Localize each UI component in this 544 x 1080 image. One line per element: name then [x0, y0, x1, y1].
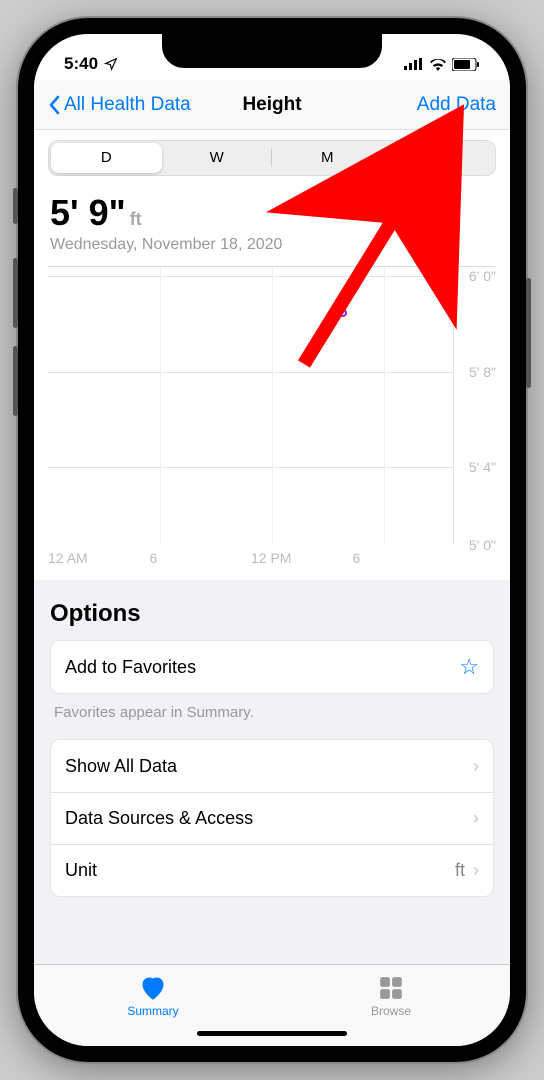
chevron-left-icon — [48, 95, 60, 115]
add-to-favorites-row[interactable]: Add to Favorites ☆ — [51, 641, 493, 693]
row-label: Unit — [65, 860, 97, 881]
content: D W M Y 5' 9"ft Wednesday, November 18, … — [34, 130, 510, 964]
battery-icon — [452, 58, 480, 71]
page-title: Height — [242, 94, 301, 116]
segment-year[interactable]: Y — [383, 143, 494, 173]
segment-week[interactable]: W — [162, 143, 273, 173]
favorites-hint: Favorites appear in Summary. — [54, 704, 490, 721]
options-card: Show All Data › Data Sources & Access › … — [50, 739, 494, 897]
heart-icon — [139, 975, 167, 1001]
unit-row[interactable]: Unit ft › — [51, 844, 493, 896]
value-display: 5' 9" — [50, 192, 126, 233]
nav-bar: All Health Data Height Add Data — [34, 80, 510, 130]
volume-up-button — [13, 258, 18, 328]
wifi-icon — [429, 58, 447, 71]
row-label: Show All Data — [65, 756, 177, 777]
phone-frame: 5:40 All Health Data — [18, 18, 526, 1062]
value-date: Wednesday, November 18, 2020 — [50, 236, 494, 254]
y-axis-label: 5' 8" — [469, 364, 496, 380]
back-button[interactable]: All Health Data — [48, 94, 191, 116]
data-point — [339, 309, 347, 317]
chevron-right-icon: › — [473, 808, 479, 829]
options-heading: Options — [50, 600, 494, 628]
star-icon: ☆ — [459, 654, 479, 680]
chevron-right-icon: › — [473, 756, 479, 777]
tab-label: Summary — [127, 1004, 178, 1018]
value-unit: ft — [130, 209, 142, 229]
time-range-segmented: D W M Y — [48, 140, 496, 176]
cellular-icon — [404, 58, 424, 70]
back-label: All Health Data — [64, 94, 191, 116]
screen: 5:40 All Health Data — [34, 34, 510, 1046]
row-label: Data Sources & Access — [65, 808, 253, 829]
power-button — [526, 278, 531, 388]
row-label: Add to Favorites — [65, 657, 196, 678]
data-sources-row[interactable]: Data Sources & Access › — [51, 792, 493, 844]
value-summary: 5' 9"ft Wednesday, November 18, 2020 — [34, 176, 510, 254]
chevron-right-icon: › — [473, 860, 479, 880]
y-axis-label: 5' 0" — [469, 537, 496, 553]
status-time: 5:40 — [64, 54, 98, 74]
notch — [162, 34, 382, 68]
segment-month[interactable]: M — [272, 143, 383, 173]
segment-day[interactable]: D — [51, 143, 162, 173]
unit-value: ft — [455, 860, 465, 880]
x-axis-labels: 12 AM 6 12 PM 6 — [48, 550, 454, 566]
silence-switch — [13, 188, 18, 224]
y-axis-label: 6' 0" — [469, 268, 496, 284]
chart[interactable]: 6' 0" 5' 8" 5' 4" 5' 0" 12 AM 6 12 PM 6 — [48, 266, 496, 566]
favorites-card: Add to Favorites ☆ — [50, 640, 494, 694]
options-section: Options Add to Favorites ☆ Favorites app… — [34, 580, 510, 964]
tab-label: Browse — [371, 1004, 411, 1018]
y-axis-label: 5' 4" — [469, 459, 496, 475]
add-data-button[interactable]: Add Data — [417, 94, 496, 116]
show-all-data-row[interactable]: Show All Data › — [51, 740, 493, 792]
location-icon — [104, 57, 118, 71]
grid-icon — [378, 975, 404, 1001]
volume-down-button — [13, 346, 18, 416]
home-indicator[interactable] — [197, 1031, 347, 1036]
